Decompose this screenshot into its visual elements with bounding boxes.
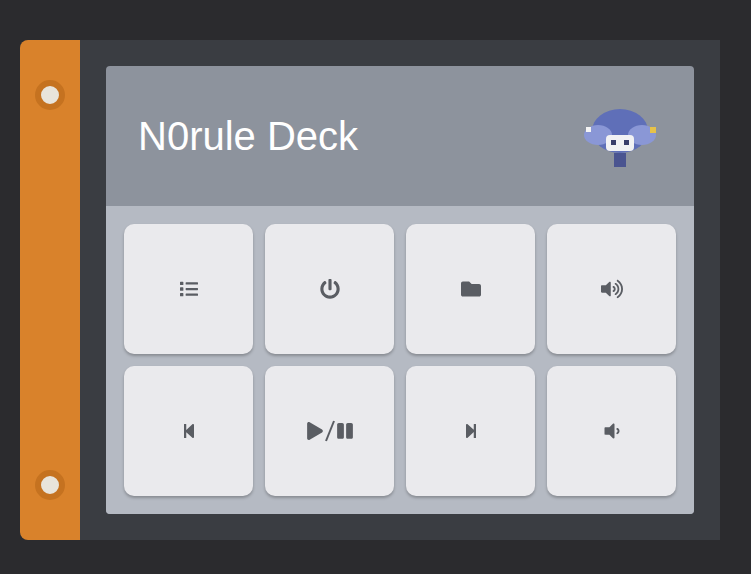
pcb-edge (20, 40, 80, 540)
deck-button[interactable] (406, 366, 535, 496)
button-panel (106, 206, 694, 514)
header: N0rule Deck (106, 66, 694, 206)
play-pause-icon (306, 420, 354, 442)
previous-icon (181, 423, 197, 439)
device-board: N0rule Deck (20, 40, 720, 540)
deck-button[interactable] (265, 366, 394, 496)
photo-scene: N0rule Deck (0, 0, 751, 574)
title: N0rule Deck (138, 106, 358, 166)
deck-button[interactable] (124, 224, 253, 354)
next-icon (463, 423, 479, 439)
deck-button[interactable] (124, 366, 253, 496)
display: N0rule Deck (106, 66, 694, 514)
list-icon (180, 280, 198, 298)
folder-icon (461, 279, 481, 299)
deck-button[interactable] (406, 224, 535, 354)
volume-up-icon (601, 278, 623, 300)
avatar-icon (578, 101, 662, 171)
mount-hole (35, 80, 65, 110)
mount-hole (35, 470, 65, 500)
deck-button[interactable] (547, 224, 676, 354)
deck-button[interactable] (265, 224, 394, 354)
deck-button[interactable] (547, 366, 676, 496)
power-icon (320, 279, 340, 299)
volume-down-icon (602, 421, 622, 441)
screen-bezel: N0rule Deck (80, 40, 720, 540)
